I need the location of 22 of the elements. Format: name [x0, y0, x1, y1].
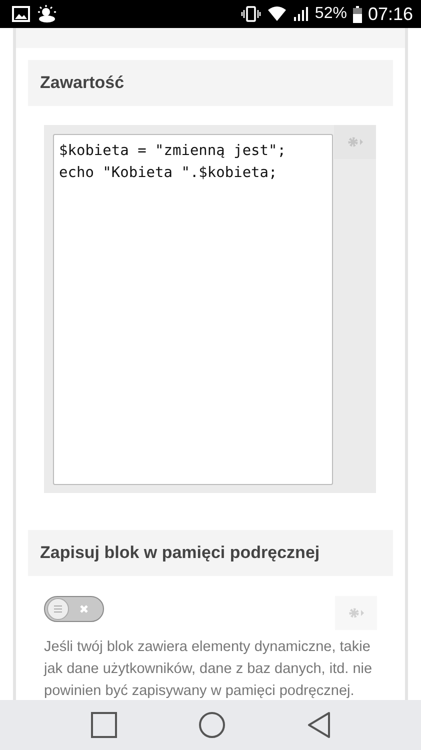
back-button[interactable] [306, 712, 330, 738]
wifi-icon [266, 6, 287, 22]
help-text: Jeśli twój blok zawiera elementy dynamiczne, takie jak dane użytkowników, dane z baz danych, itd. nie powinien być zapisywany w pamięci podręcznej. [44, 638, 374, 700]
clock: 07:16 [368, 4, 413, 24]
signal-icon [292, 6, 309, 22]
code-editor[interactable]: $kobieta = "zmienną jest"; echo "Kobieta ".$kobieta; [53, 134, 333, 485]
battery-icon [352, 6, 362, 22]
home-button[interactable] [198, 711, 226, 739]
vibrate-icon [240, 6, 261, 22]
toggle-switch[interactable] [44, 596, 104, 622]
weather-icon [36, 4, 58, 24]
code-line: echo "Kobieta ".$kobieta; [59, 164, 278, 183]
settings-icon [348, 607, 364, 619]
code-line: $kobieta = "zmienną jest"; [59, 142, 287, 161]
recent-apps-button[interactable] [90, 712, 116, 738]
section-title: Zapisuj blok w pamięci podręcznej [40, 543, 320, 563]
battery-percent: 52% [314, 5, 347, 23]
cross-icon [79, 604, 89, 614]
settings-icon [347, 136, 363, 148]
image-icon [12, 6, 30, 22]
lines-icon [53, 605, 63, 613]
section-title: Zawartość [40, 73, 124, 93]
